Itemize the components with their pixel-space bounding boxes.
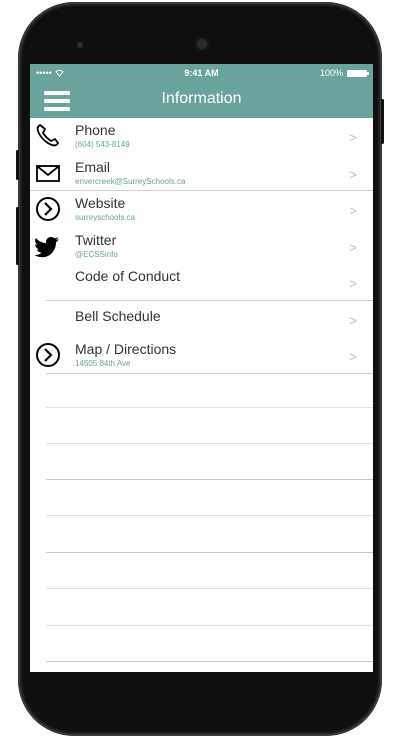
list-item-phone[interactable]: Phone (604) 543-8149 > xyxy=(30,118,373,155)
chevron-right-icon: > xyxy=(349,276,357,291)
proximity-sensor xyxy=(77,42,83,48)
list-item-title: Website xyxy=(75,195,126,211)
empty-row-divider xyxy=(46,443,373,444)
empty-row-divider xyxy=(46,515,373,516)
list-item-title: Twitter xyxy=(75,231,117,248)
empty-row-divider xyxy=(46,588,373,589)
chevron-circle-icon xyxy=(36,343,60,367)
battery-icon xyxy=(347,69,369,77)
list-item-title: Map / Directions xyxy=(75,341,177,357)
front-camera xyxy=(195,37,209,51)
list-item-website[interactable]: Website surreyschools.ca > xyxy=(30,191,373,228)
empty-row-divider xyxy=(46,552,373,553)
phone-icon xyxy=(36,124,59,147)
chevron-circle-icon xyxy=(36,197,60,221)
twitter-bird-icon xyxy=(34,236,59,257)
chevron-right-icon: > xyxy=(349,312,357,328)
volume-button xyxy=(16,207,19,265)
list-item-bell-schedule[interactable]: Bell Schedule > xyxy=(30,301,373,338)
side-button-left xyxy=(16,150,19,180)
chevron-right-icon: > xyxy=(349,239,357,255)
envelope-icon xyxy=(36,164,60,182)
chevron-right-icon: > xyxy=(349,130,357,145)
chevron-right-icon: > xyxy=(349,203,357,218)
list-item-code-of-conduct[interactable]: Code of Conduct > xyxy=(30,264,373,301)
list-item-title: Phone xyxy=(75,122,116,138)
chevron-right-icon: > xyxy=(349,166,357,182)
divider xyxy=(46,372,373,374)
empty-row-divider xyxy=(46,407,373,408)
phone-chin xyxy=(30,672,373,702)
empty-row-divider xyxy=(46,661,373,662)
list-item-subtitle: envercreek@SurreySchools.ca xyxy=(75,176,186,186)
power-button xyxy=(381,99,384,144)
empty-row-divider xyxy=(46,479,373,480)
list-item-subtitle: 14505 84th Ave xyxy=(75,359,131,368)
list-item-map-directions[interactable]: Map / Directions 14505 84th Ave > xyxy=(30,337,373,374)
battery-percentage: 100% xyxy=(319,68,343,78)
list-item-email[interactable]: Email envercreek@SurreySchools.ca > xyxy=(30,155,373,191)
empty-row-divider xyxy=(46,625,373,626)
list-item-subtitle: @ECSSinfo xyxy=(75,249,118,259)
list-item-title: Bell Schedule xyxy=(75,307,161,324)
list-item-twitter[interactable]: Twitter @ECSSinfo > xyxy=(30,228,373,265)
list-item-subtitle: (604) 543-8149 xyxy=(75,140,130,149)
page-title: Information xyxy=(161,90,242,107)
screen: ••••• 9:41 AM 100% Information Phone (60… xyxy=(30,64,373,672)
list-item-subtitle: surreyschools.ca xyxy=(75,213,136,222)
nav-bar: Information xyxy=(30,82,373,118)
info-list: Phone (604) 543-8149 > Email envercreek@… xyxy=(30,118,373,374)
chevron-right-icon: > xyxy=(349,349,357,364)
status-bar: ••••• 9:41 AM 100% xyxy=(30,64,373,82)
list-item-title: Email xyxy=(75,158,111,175)
list-item-title: Code of Conduct xyxy=(75,268,181,284)
